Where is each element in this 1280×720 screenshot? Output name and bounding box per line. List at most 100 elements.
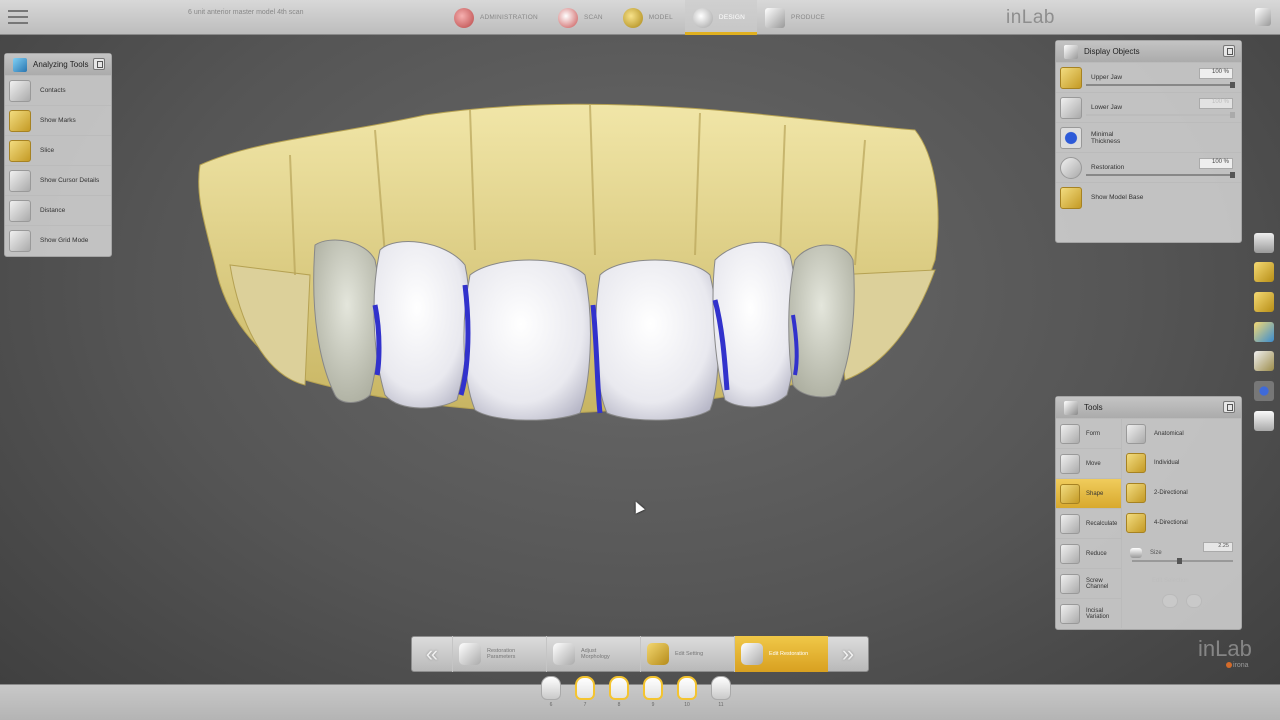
thickness-view-icon[interactable] — [1254, 381, 1274, 401]
individual-option[interactable]: Individual — [1122, 448, 1241, 478]
view-cube-icon[interactable] — [1254, 233, 1274, 253]
lower-jaw-label[interactable]: Lower Jaw — [1091, 104, 1161, 111]
form-icon — [1060, 423, 1080, 444]
lower-jaw-slider[interactable] — [1086, 112, 1235, 118]
four-directional-option[interactable]: 4-Directional — [1122, 508, 1241, 538]
incisal-variation-tool[interactable]: Incisal Variation — [1056, 598, 1121, 628]
minimal-thickness-row[interactable]: Minimal Thickness — [1056, 122, 1241, 152]
tool-label: Reduce — [1086, 550, 1107, 557]
form-tool[interactable]: Form — [1056, 418, 1121, 448]
step-restoration-parameters[interactable]: Restoration Parameters — [452, 636, 546, 672]
tooth-7-button[interactable]: 7 — [574, 676, 596, 716]
restoration-view-icon[interactable] — [1254, 411, 1274, 431]
upper-jaw-value[interactable]: 100 % — [1199, 68, 1233, 79]
distance-tool[interactable]: Distance — [5, 195, 111, 225]
model-view-icon[interactable] — [1254, 351, 1274, 371]
tooth-9-button[interactable]: 9 — [642, 676, 664, 716]
upper-jaw-icon[interactable] — [1060, 66, 1082, 89]
restoration-icon[interactable] — [1060, 156, 1082, 179]
slider-knob[interactable] — [1230, 172, 1235, 178]
wand-icon[interactable] — [1254, 262, 1274, 282]
display-objects-icon — [1064, 44, 1078, 59]
tooth-number: 10 — [684, 702, 690, 708]
slider-knob[interactable] — [1177, 558, 1182, 564]
tooth-number: 11 — [718, 702, 724, 708]
two-directional-option[interactable]: 2-Directional — [1122, 478, 1241, 508]
phase-scan[interactable]: SCAN — [550, 0, 615, 35]
slice-icon — [9, 139, 31, 162]
slice-tool[interactable]: Slice — [5, 135, 111, 165]
tooth-10-button[interactable]: 10 — [676, 676, 698, 716]
show-marks-tool[interactable]: Show Marks — [5, 105, 111, 135]
previous-step-button[interactable]: « — [412, 636, 452, 672]
two-directional-icon — [1126, 483, 1146, 503]
recalculate-tool[interactable]: Recalculate — [1056, 508, 1121, 538]
tooth-icon — [541, 676, 561, 700]
tooth-8-button[interactable]: 8 — [608, 676, 630, 716]
move-tool[interactable]: Move — [1056, 448, 1121, 478]
redo-icon[interactable] — [1186, 594, 1202, 608]
lower-jaw-row: Lower Jaw 100 % — [1056, 92, 1241, 122]
analyzing-tools-icon — [13, 57, 27, 72]
anatomical-option[interactable]: Anatomical — [1122, 418, 1241, 448]
tool-label: Show Marks — [40, 117, 76, 124]
undo-icon[interactable] — [1162, 594, 1178, 608]
upper-jaw-label[interactable]: Upper Jaw — [1091, 74, 1161, 81]
panel-title: Tools — [1084, 403, 1103, 412]
tooth-number: 7 — [583, 702, 587, 708]
help-icon[interactable] — [1255, 8, 1271, 26]
model-base-row[interactable]: Show Model Base — [1056, 182, 1241, 212]
pin-icon[interactable] — [93, 58, 105, 70]
pin-icon[interactable] — [1223, 401, 1235, 413]
phase-model[interactable]: MODEL — [615, 0, 685, 35]
next-step-button[interactable]: » — [828, 636, 868, 672]
lower-jaw-icon[interactable] — [1060, 96, 1082, 119]
phase-design[interactable]: DESIGN — [684, 0, 758, 35]
restoration-slider[interactable] — [1086, 172, 1235, 178]
slider-knob[interactable] — [1230, 82, 1235, 88]
phase-label: PRODUCE — [791, 14, 825, 21]
contacts-tool[interactable]: Contacts — [5, 75, 111, 105]
pin-icon[interactable] — [1223, 45, 1235, 57]
undo-redo — [1122, 594, 1241, 608]
restoration-value[interactable]: 100 % — [1199, 158, 1233, 169]
size-value[interactable]: 2.25 — [1203, 542, 1233, 552]
screw-channel-tool[interactable]: Screw Channel — [1056, 568, 1121, 598]
brush-icon[interactable] — [1254, 292, 1274, 312]
phase-produce[interactable]: PRODUCE — [757, 0, 837, 35]
step-edit-setting[interactable]: Edit Setting — [640, 636, 734, 672]
adjust-morphology-icon — [553, 643, 575, 665]
tools-header: Tools — [1056, 397, 1241, 418]
tool-label: Screw Channel — [1086, 577, 1109, 590]
restoration-label[interactable]: Restoration — [1091, 164, 1161, 171]
slider-knob[interactable] — [1230, 112, 1235, 118]
reduce-tool[interactable]: Reduce — [1056, 538, 1121, 568]
tooth-number: 9 — [651, 702, 655, 708]
analyze-icon[interactable] — [1254, 322, 1274, 342]
tooth-6-button[interactable]: 6 — [540, 676, 562, 716]
show-marks-icon — [9, 109, 31, 132]
shape-tool[interactable]: Shape — [1056, 478, 1121, 508]
size-control: Size 2.25 — [1122, 538, 1241, 568]
lower-jaw-value[interactable]: 100 % — [1199, 98, 1233, 109]
option-label: Anatomical — [1154, 430, 1184, 437]
tooth-11-button[interactable]: 11 — [710, 676, 732, 716]
edit-setting-icon — [647, 643, 669, 665]
cursor-details-tool[interactable]: Show Cursor Details — [5, 165, 111, 195]
restoration-row: Restoration 100 % — [1056, 152, 1241, 182]
phase-administration[interactable]: ADMINISTRATION — [446, 0, 550, 35]
grid-mode-tool[interactable]: Show Grid Mode — [5, 225, 111, 255]
step-label: Edit Restoration — [769, 651, 809, 657]
size-slider[interactable] — [1132, 558, 1233, 564]
step-adjust-morphology[interactable]: Adjust Morphology — [546, 636, 640, 672]
tool-label: Slice — [40, 147, 55, 154]
step-edit-restoration[interactable]: Edit Restoration — [734, 636, 828, 672]
option-label: 2-Directional — [1154, 490, 1188, 496]
analyzing-tools-panel: Analyzing Tools Contacts Show Marks Slic… — [4, 53, 112, 257]
move-icon — [1060, 453, 1080, 474]
3d-viewport[interactable] — [195, 95, 945, 425]
upper-jaw-slider[interactable] — [1086, 82, 1235, 88]
tooth-number: 6 — [549, 702, 553, 708]
tooth-selector: 6 7 8 9 10 11 — [540, 676, 732, 716]
menu-icon[interactable] — [8, 10, 28, 24]
